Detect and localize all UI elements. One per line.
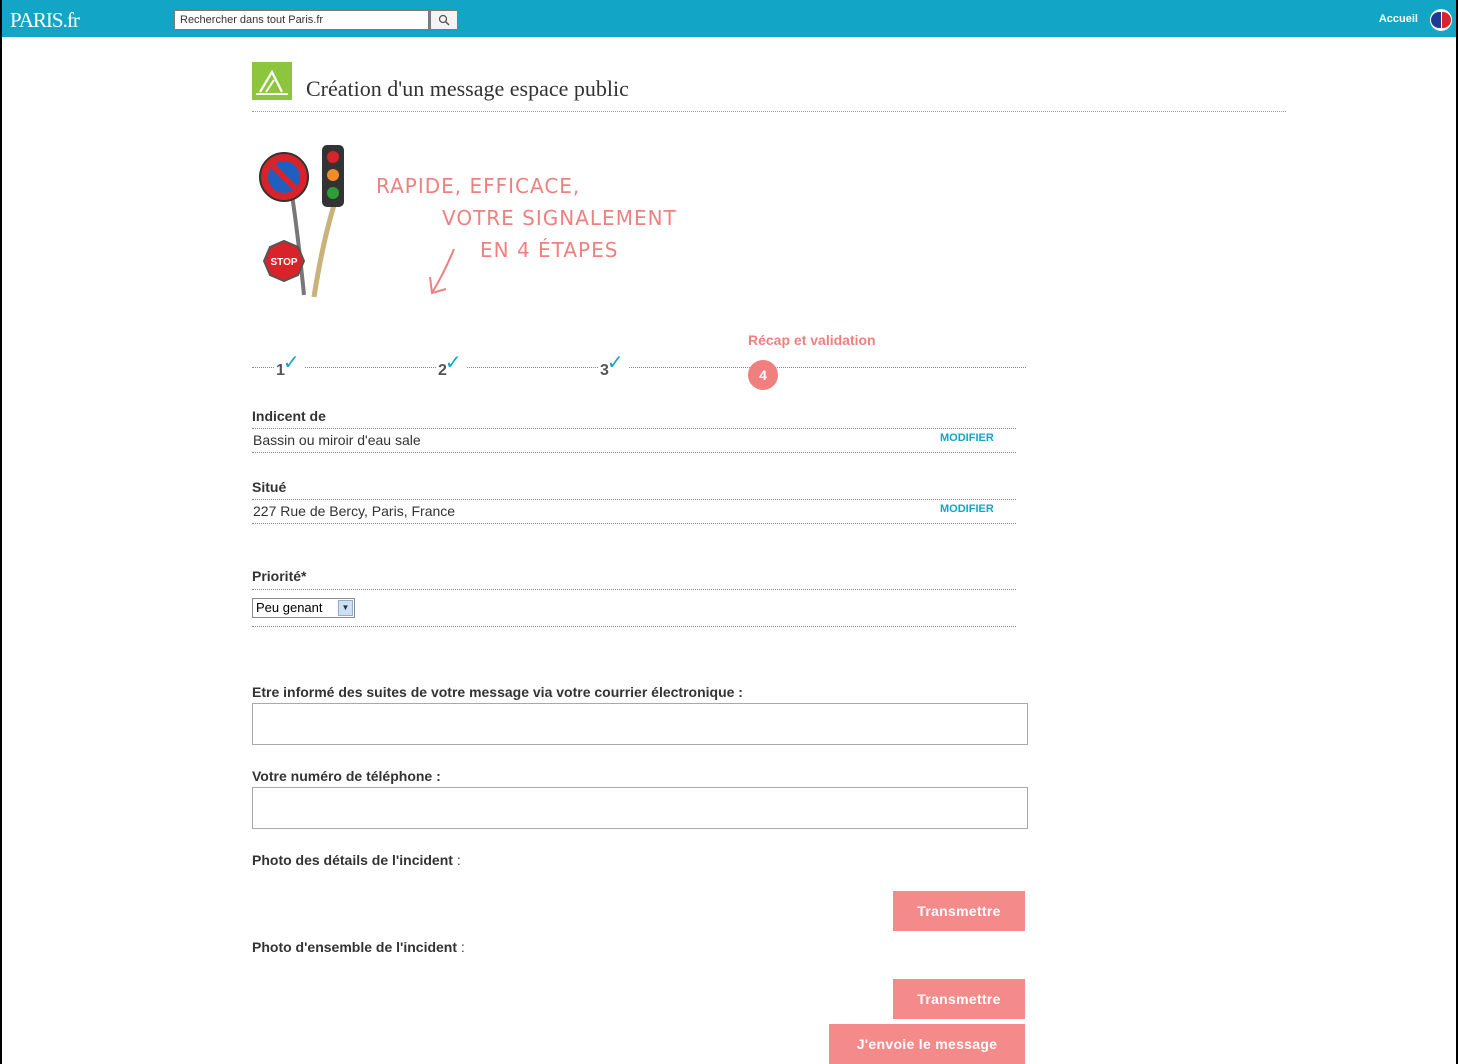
top-bar: PARIS.fr Accueil — [2, 0, 1456, 37]
overview-photo-label-colon: : — [460, 939, 465, 955]
step-1[interactable]: 1✓ — [274, 352, 304, 381]
public-space-icon — [252, 62, 292, 100]
paris-flag-icon[interactable] — [1430, 9, 1452, 31]
email-field[interactable] — [252, 703, 1028, 745]
step-track — [252, 367, 1026, 368]
check-icon: ✓ — [444, 352, 462, 374]
chevron-down-icon: ▼ — [338, 600, 353, 616]
priority-select[interactable]: Peu genant ▼ — [252, 598, 355, 618]
tagline-line-1: RAPIDE, EFFICACE, — [376, 174, 581, 198]
incident-value: Bassin ou miroir d'eau sale — [253, 432, 421, 448]
title-divider — [252, 111, 1286, 112]
step-current-label: Récap et validation — [748, 332, 876, 348]
phone-label: Votre numéro de téléphone : — [252, 768, 441, 784]
check-icon: ✓ — [606, 352, 624, 374]
step-2[interactable]: 2✓ — [436, 352, 466, 381]
tagline-line-2: VOTRE SIGNALEMENT — [442, 206, 677, 230]
divider — [252, 499, 1016, 500]
modify-location-link[interactable]: MODIFIER — [940, 503, 994, 515]
hand-drawn-arrow-icon — [429, 248, 455, 295]
page-title: Création d'un message espace public — [306, 76, 629, 101]
priority-label: Priorité* — [252, 568, 307, 584]
tagline: RAPIDE, EFFICACE, VOTRE SIGNALEMENT EN 4… — [376, 170, 677, 266]
step-3[interactable]: 3✓ — [598, 352, 628, 381]
transmit-detail-photo-button[interactable]: Transmettre — [893, 891, 1025, 931]
priority-selected-value: Peu genant — [256, 600, 323, 615]
detail-photo-label-colon: : — [456, 852, 461, 868]
transmit-overview-photo-button[interactable]: Transmettre — [893, 979, 1025, 1019]
divider — [252, 452, 1016, 453]
location-label: Situé — [252, 479, 287, 495]
traffic-signs-illustration: STOP — [259, 145, 344, 298]
overview-photo-label: Photo d'ensemble de l'incident : — [252, 939, 465, 955]
divider — [252, 523, 1016, 524]
search-icon — [438, 14, 450, 26]
check-icon: ✓ — [282, 352, 300, 374]
send-message-button[interactable]: J'envoie le message — [829, 1024, 1025, 1064]
modify-incident-link[interactable]: MODIFIER — [940, 432, 994, 444]
divider — [252, 589, 1016, 590]
tagline-line-3: EN 4 ÉTAPES — [480, 238, 619, 262]
detail-photo-label-text: Photo des détails de l'incident — [252, 852, 453, 868]
svg-text:STOP: STOP — [270, 257, 297, 268]
divider — [252, 428, 1016, 429]
email-label: Etre informé des suites de votre message… — [252, 684, 743, 700]
location-value: 227 Rue de Bercy, Paris, France — [253, 503, 456, 519]
detail-photo-label: Photo des détails de l'incident : — [252, 852, 461, 868]
site-logo[interactable]: PARIS.fr — [10, 8, 80, 33]
overview-photo-label-text: Photo d'ensemble de l'incident — [252, 939, 458, 955]
search-button[interactable] — [430, 10, 458, 30]
incident-label: Indicent de — [252, 408, 326, 424]
home-link[interactable]: Accueil — [1379, 13, 1418, 25]
step-4-current: 4 — [748, 360, 778, 390]
phone-field[interactable] — [252, 787, 1028, 829]
search-input[interactable] — [174, 10, 429, 30]
step-progress: 1✓ 2✓ 3✓ Récap et validation 4 — [252, 330, 1026, 390]
divider — [252, 626, 1016, 627]
